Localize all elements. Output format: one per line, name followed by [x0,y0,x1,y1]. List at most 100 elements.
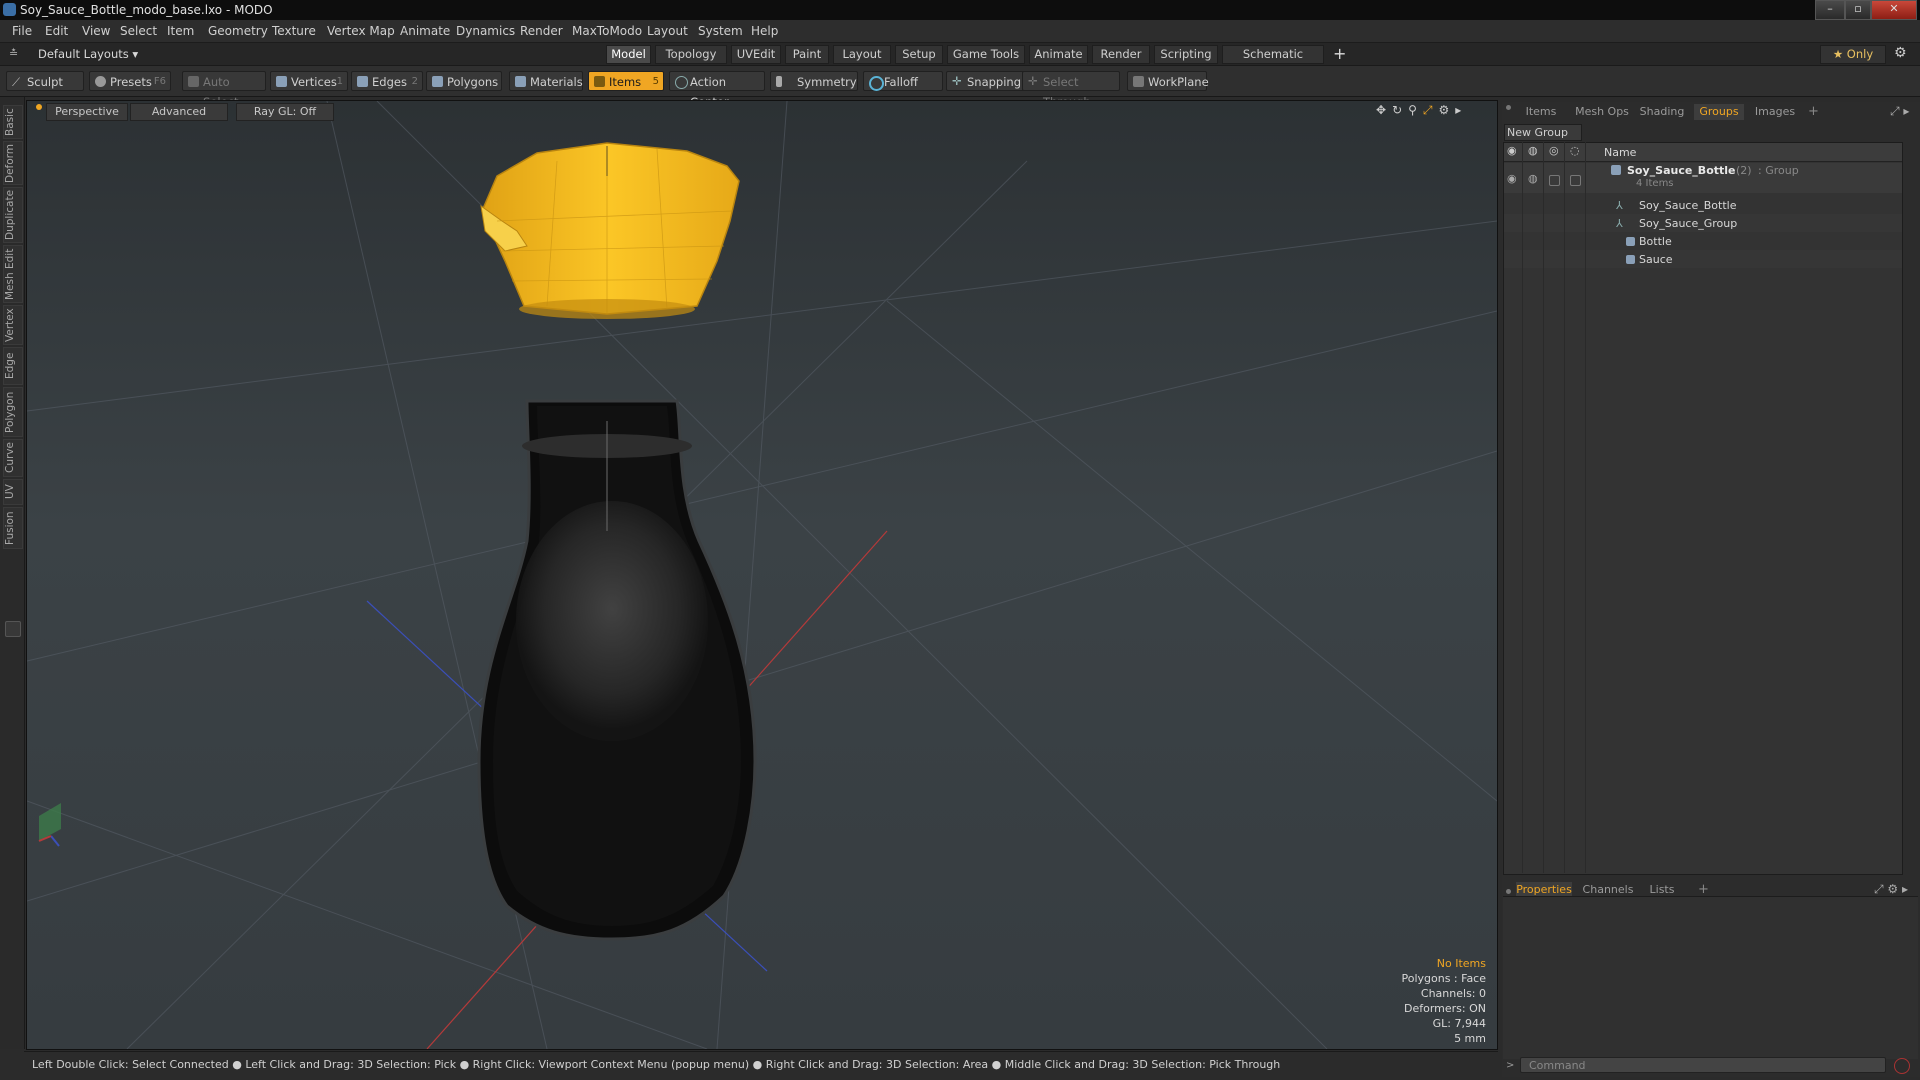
only-toggle[interactable]: ★ Only [1820,45,1886,64]
menu-select[interactable]: Select [120,24,157,38]
action-center-button[interactable]: Action Center [669,71,765,109]
action-center-icon [675,76,688,89]
tab-setup[interactable]: Setup [895,45,943,64]
group-render-icon[interactable]: ◍ [1528,172,1538,185]
materials-button[interactable]: Materials [509,71,583,91]
add-properties-tab-button[interactable]: + [1698,882,1709,897]
command-input[interactable]: Command [1520,1057,1886,1073]
info-channels: Channels: 0 [1420,987,1486,1000]
select-through-button[interactable]: ✛Select Through [1022,71,1120,109]
raygl-toggle[interactable]: Ray GL: Off [236,103,334,121]
group-visibility-eye-icon[interactable]: ◉ [1507,172,1517,185]
materials-label: Materials [530,75,583,89]
falloff-button[interactable]: Falloff [863,71,943,91]
tab-groups[interactable]: Groups [1694,104,1744,120]
tab-shading[interactable]: Shading [1634,104,1690,120]
view-type-dropdown[interactable]: Perspective [46,103,128,121]
edges-shortcut: 2 [411,76,418,87]
vtab-fusion[interactable]: Fusion [3,507,23,549]
snapping-button[interactable]: ✛ Snapping [946,71,1028,91]
group-lock-toggle[interactable] [1549,175,1560,186]
presets-button[interactable]: Presets F6 [89,71,171,91]
vertices-button[interactable]: Vertices 1 [270,71,348,91]
vtab-uv[interactable]: UV [3,479,23,505]
eye-icon[interactable]: ◉ [1507,144,1517,157]
menu-animate[interactable]: Animate [400,24,450,38]
window-title: Soy_Sauce_Bottle_modo_base.lxo - MODO [20,3,273,17]
auto-select-button[interactable]: Auto Select [182,71,266,109]
status-text: Left Double Click: Select Connected ● Le… [32,1058,1281,1071]
workplane-button[interactable]: WorkPlane [1127,71,1209,91]
maximize-button[interactable]: ▫ [1845,0,1871,20]
vtab-deform[interactable]: Deform [3,141,23,185]
menu-vertex-map[interactable]: Vertex Map [327,24,395,38]
tab-topology[interactable]: Topology [655,45,727,64]
add-tab-button[interactable]: + [1333,44,1346,63]
minimize-button[interactable]: – [1815,0,1845,20]
tab-uvedit[interactable]: UVEdit [731,45,781,64]
menu-edit[interactable]: Edit [45,24,68,38]
shading-dropdown[interactable]: Advanced [130,103,228,121]
close-button[interactable]: ✕ [1871,0,1917,20]
title-bar: Soy_Sauce_Bottle_modo_base.lxo - MODO – … [0,0,1920,20]
new-group-button[interactable]: New Group [1504,124,1582,141]
menu-file[interactable]: File [12,24,32,38]
sculpt-button[interactable]: ⟋ Sculpt [6,71,84,91]
menu-help[interactable]: Help [751,24,778,38]
tab-model[interactable]: Model [606,45,651,64]
vtab-curve[interactable]: Curve [3,439,23,477]
gear-icon[interactable]: ⚙ [1894,45,1907,61]
viewport-expand-icon[interactable]: ▸ [1455,103,1467,117]
menu-layout[interactable]: Layout [647,24,688,38]
properties-panel-controls[interactable]: ⤢ ⚙ ▸ [1874,882,1908,897]
column-name-header[interactable]: Name [1604,146,1636,159]
panel-dot [1506,889,1511,894]
tab-schematic-fusion[interactable]: Schematic Fusion [1222,45,1324,78]
tab-images[interactable]: Images [1750,104,1800,120]
menu-item[interactable]: Item [167,24,194,38]
tab-items[interactable]: Items [1518,104,1564,120]
maximize-view-icon[interactable]: ⤢ [1423,103,1439,117]
group-select-toggle[interactable] [1570,175,1581,186]
record-icon[interactable] [1894,1058,1910,1074]
vtab-vertex[interactable]: Vertex [3,305,23,345]
vtab-polygon[interactable]: Polygon [3,387,23,437]
add-panel-tab-button[interactable]: + [1808,104,1819,119]
select-icon[interactable]: ◌ [1570,144,1580,157]
items-button[interactable]: Items 5 [588,71,664,91]
render-icon[interactable]: ◍ [1528,144,1538,157]
lock-icon[interactable]: ◎ [1549,144,1559,157]
tab-layout[interactable]: Layout [833,45,891,64]
tab-scripting[interactable]: Scripting [1154,45,1218,64]
vtab-edge[interactable]: Edge [3,347,23,385]
menu-system[interactable]: System [698,24,743,38]
layout-menu-icon[interactable]: ≛ [9,47,18,60]
tab-render[interactable]: Render [1092,45,1150,64]
menu-dynamics[interactable]: Dynamics [456,24,515,38]
vtab-duplicate[interactable]: Duplicate [3,187,23,243]
viewport-active-dot [36,104,42,110]
menu-texture[interactable]: Texture [272,24,316,38]
polygons-button[interactable]: Polygons [426,71,502,91]
menu-view[interactable]: View [82,24,110,38]
panel-expand-icon[interactable]: ⤢ ▸ [1890,104,1909,119]
tab-mesh-ops[interactable]: Mesh Ops [1574,104,1630,120]
panel-toggle-button[interactable] [5,621,21,637]
layout-selector[interactable]: Default Layouts ▾ [38,47,138,61]
viewport-settings-icon[interactable]: ⚙ [1439,103,1456,117]
rotate-view-icon[interactable]: ↻ [1392,103,1408,117]
tab-paint[interactable]: Paint [785,45,829,64]
zoom-view-icon[interactable]: ⚲ [1408,103,1423,117]
symmetry-button[interactable]: Symmetry [770,71,858,91]
select-column [1566,142,1586,873]
3d-viewport[interactable] [26,100,1498,1050]
vtab-basic[interactable]: Basic [3,105,23,139]
menu-geometry[interactable]: Geometry [208,24,268,38]
edges-button[interactable]: Edges 2 [351,71,423,91]
move-view-icon[interactable]: ✥ [1376,103,1392,117]
menu-render[interactable]: Render [520,24,563,38]
vtab-mesh-edit[interactable]: Mesh Edit [3,245,23,303]
tab-game-tools[interactable]: Game Tools [947,45,1025,64]
tab-animate[interactable]: Animate [1029,45,1088,64]
menu-maxtomodo[interactable]: MaxToModo [572,24,642,38]
